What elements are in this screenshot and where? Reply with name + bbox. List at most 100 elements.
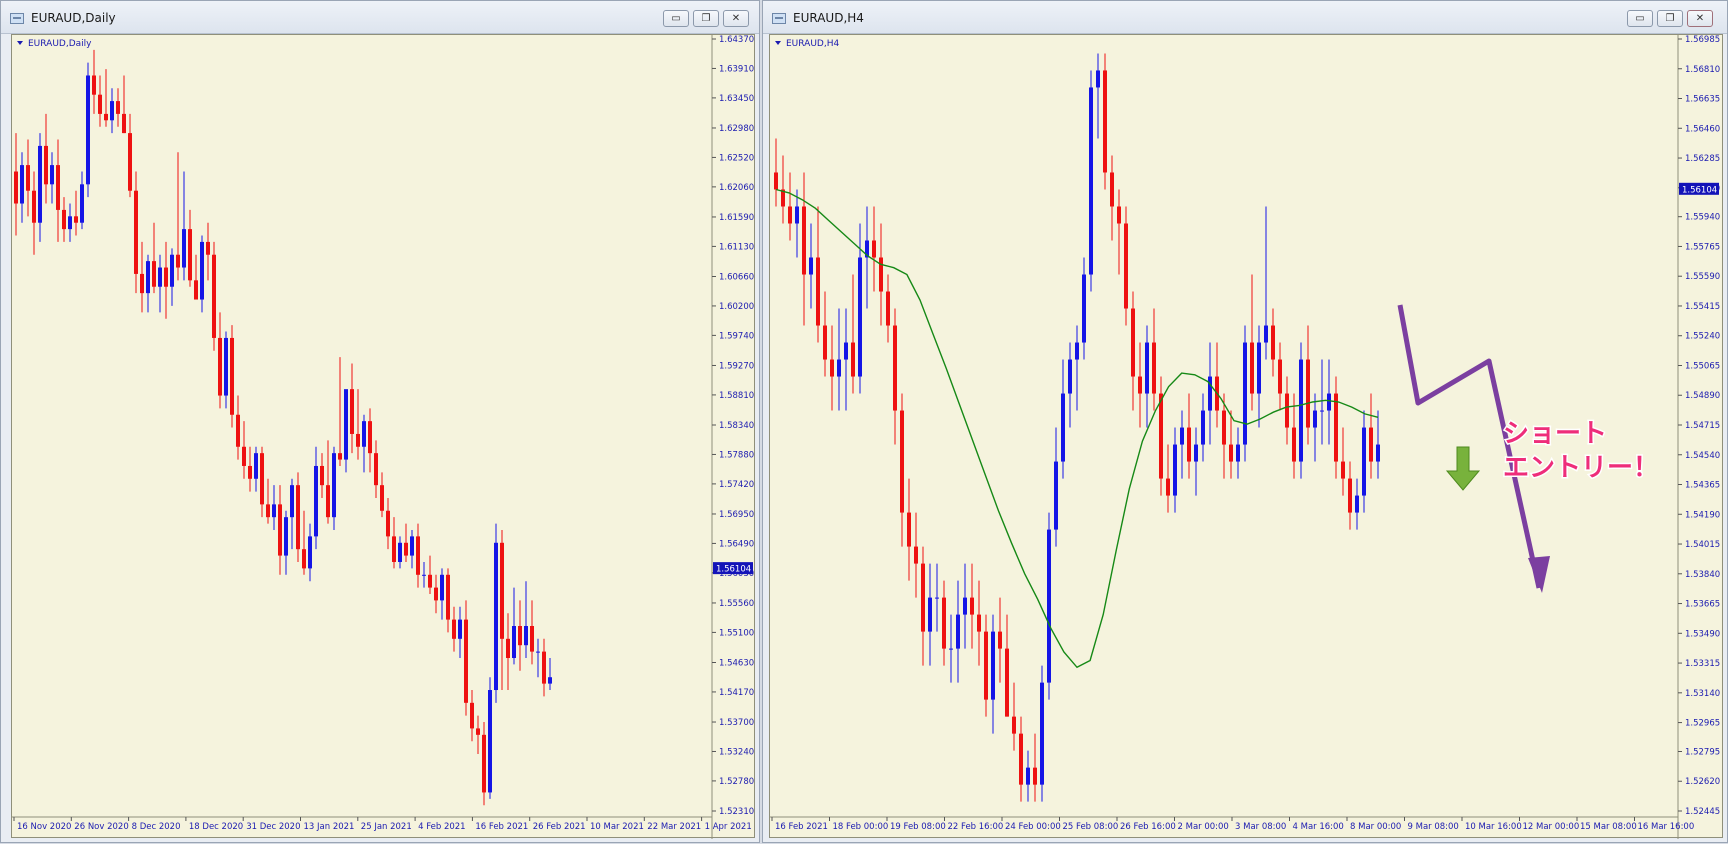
price-tick-label: 1.56950 — [719, 510, 754, 520]
candle-body — [218, 337, 222, 396]
time-tick-label: 4 Feb 2021 — [418, 822, 466, 832]
time-tick-label: 4 Mar 16:00 — [1293, 822, 1344, 832]
candle-body — [1012, 716, 1016, 734]
h4-chart-area[interactable]: EURAUD,H4 1.56985 1.56810 1.56635 1.56460 1.5… — [769, 34, 1723, 839]
candle-body — [446, 574, 450, 620]
candle-body — [879, 257, 883, 292]
candle-body — [548, 677, 552, 684]
price-tick-label: 1.52780 — [719, 777, 754, 787]
candle-body — [530, 626, 534, 652]
price-tick-label: 1.55940 — [1685, 213, 1720, 223]
time-tick-label: 26 Feb 16:00 — [1120, 822, 1176, 832]
candle-body — [1047, 529, 1051, 683]
candle-body — [452, 619, 456, 639]
candle-body — [900, 410, 904, 513]
candle-body — [1355, 495, 1359, 513]
candle-body — [907, 512, 911, 547]
candle-body — [56, 165, 60, 210]
candle-body — [188, 229, 192, 281]
price-tick-label: 1.55240 — [1685, 332, 1720, 342]
price-tick-label: 1.52965 — [1685, 719, 1720, 729]
current-price-label: 1.56104 — [1682, 185, 1717, 195]
time-tick-label: 10 Mar 2021 — [590, 822, 644, 832]
candle-body — [32, 190, 36, 223]
time-tick-label: 1 Apr 2021 — [705, 822, 752, 832]
candle-body — [1159, 393, 1163, 479]
chart-window-icon — [772, 13, 786, 24]
close-button[interactable]: ✕ — [1687, 10, 1713, 27]
candle-body — [356, 433, 360, 447]
candle-body — [470, 702, 474, 729]
candle-body — [984, 631, 988, 700]
price-tick-label: 1.54170 — [719, 688, 754, 698]
candle-body — [44, 145, 48, 185]
candle-body — [146, 261, 150, 294]
candle-body — [1019, 733, 1023, 785]
candle-body — [1236, 444, 1240, 462]
price-tick-label: 1.53490 — [1685, 629, 1720, 639]
price-tick-label: 1.53665 — [1685, 600, 1720, 610]
candle-body — [802, 206, 806, 275]
price-tick-label: 1.53240 — [719, 747, 754, 757]
candle-body — [158, 267, 162, 287]
price-tick-label: 1.54190 — [1685, 510, 1720, 520]
time-tick-label: 26 Nov 2020 — [74, 822, 128, 832]
candle-body — [206, 241, 210, 255]
time-tick-label: 19 Feb 08:00 — [890, 822, 946, 832]
candle-body — [98, 94, 102, 114]
price-tick-label: 1.59270 — [719, 361, 754, 371]
candle-body — [164, 267, 168, 287]
candle-body — [914, 546, 918, 564]
candle-body — [963, 597, 967, 615]
minimize-button[interactable]: ▭ — [1627, 10, 1653, 27]
price-tick-label: 1.61590 — [719, 213, 754, 223]
price-tick-label: 1.62060 — [719, 183, 754, 193]
candle-body — [788, 206, 792, 224]
candle-body — [536, 651, 540, 653]
candle-body — [1075, 342, 1079, 360]
time-tick-label: 24 Feb 00:00 — [1005, 822, 1061, 832]
candle-body — [1271, 325, 1275, 360]
candle-body — [92, 75, 96, 95]
time-tick-label: 9 Mar 08:00 — [1408, 822, 1459, 832]
close-button[interactable]: ✕ — [723, 10, 749, 27]
maximize-button[interactable]: ❐ — [693, 10, 719, 27]
candle-body — [122, 113, 126, 134]
price-tick-label: 1.57880 — [719, 450, 754, 460]
chart-window-icon — [10, 13, 24, 24]
h4-window-title: EURAUD,H4 — [793, 11, 864, 25]
candle-body — [182, 229, 186, 268]
candle-body — [935, 597, 939, 599]
candle-body — [242, 446, 246, 466]
candle-body — [362, 421, 366, 447]
time-tick-label: 31 Dec 2020 — [246, 822, 300, 832]
candle-body — [68, 216, 72, 230]
candle-body — [290, 485, 294, 518]
candle-body — [928, 597, 932, 632]
minimize-button[interactable]: ▭ — [663, 10, 689, 27]
price-tick-label: 1.59740 — [719, 331, 754, 341]
candle-body — [1362, 427, 1366, 496]
candle-body — [128, 133, 132, 191]
daily-chart-area[interactable]: EURAUD,Daily 1.64370 1.63910 1.63450 1.62980… — [11, 34, 755, 839]
h4-chart-window[interactable]: EURAUD,H4 ▭ ❐ ✕ EURAUD,H4 1.56985 1.56810 1… — [762, 0, 1728, 843]
candle-body — [1222, 410, 1226, 445]
candle-body — [416, 536, 420, 575]
candle-body — [194, 280, 198, 300]
price-tick-label: 1.58340 — [719, 421, 754, 431]
candle-body — [1292, 427, 1296, 462]
candle-body — [500, 542, 504, 639]
daily-window-titlebar[interactable]: EURAUD,Daily ▭ ❐ ✕ — [1, 1, 759, 34]
time-tick-label: 25 Jan 2021 — [361, 822, 412, 832]
h4-window-titlebar[interactable]: EURAUD,H4 ▭ ❐ ✕ — [763, 1, 1727, 34]
price-tick-label: 1.55560 — [719, 599, 754, 609]
maximize-button[interactable]: ❐ — [1657, 10, 1683, 27]
candle-body — [1250, 342, 1254, 394]
price-tick-label: 1.56285 — [1685, 154, 1720, 164]
annotation-text-line2: エントリー！ — [1503, 453, 1659, 483]
candle-body — [170, 254, 174, 287]
candle-body — [837, 359, 841, 377]
candle-body — [844, 342, 848, 360]
candle-body — [26, 165, 30, 191]
daily-chart-window[interactable]: EURAUD,Daily ▭ ❐ ✕ EURAUD,Daily 1.64370 1.… — [0, 0, 760, 843]
